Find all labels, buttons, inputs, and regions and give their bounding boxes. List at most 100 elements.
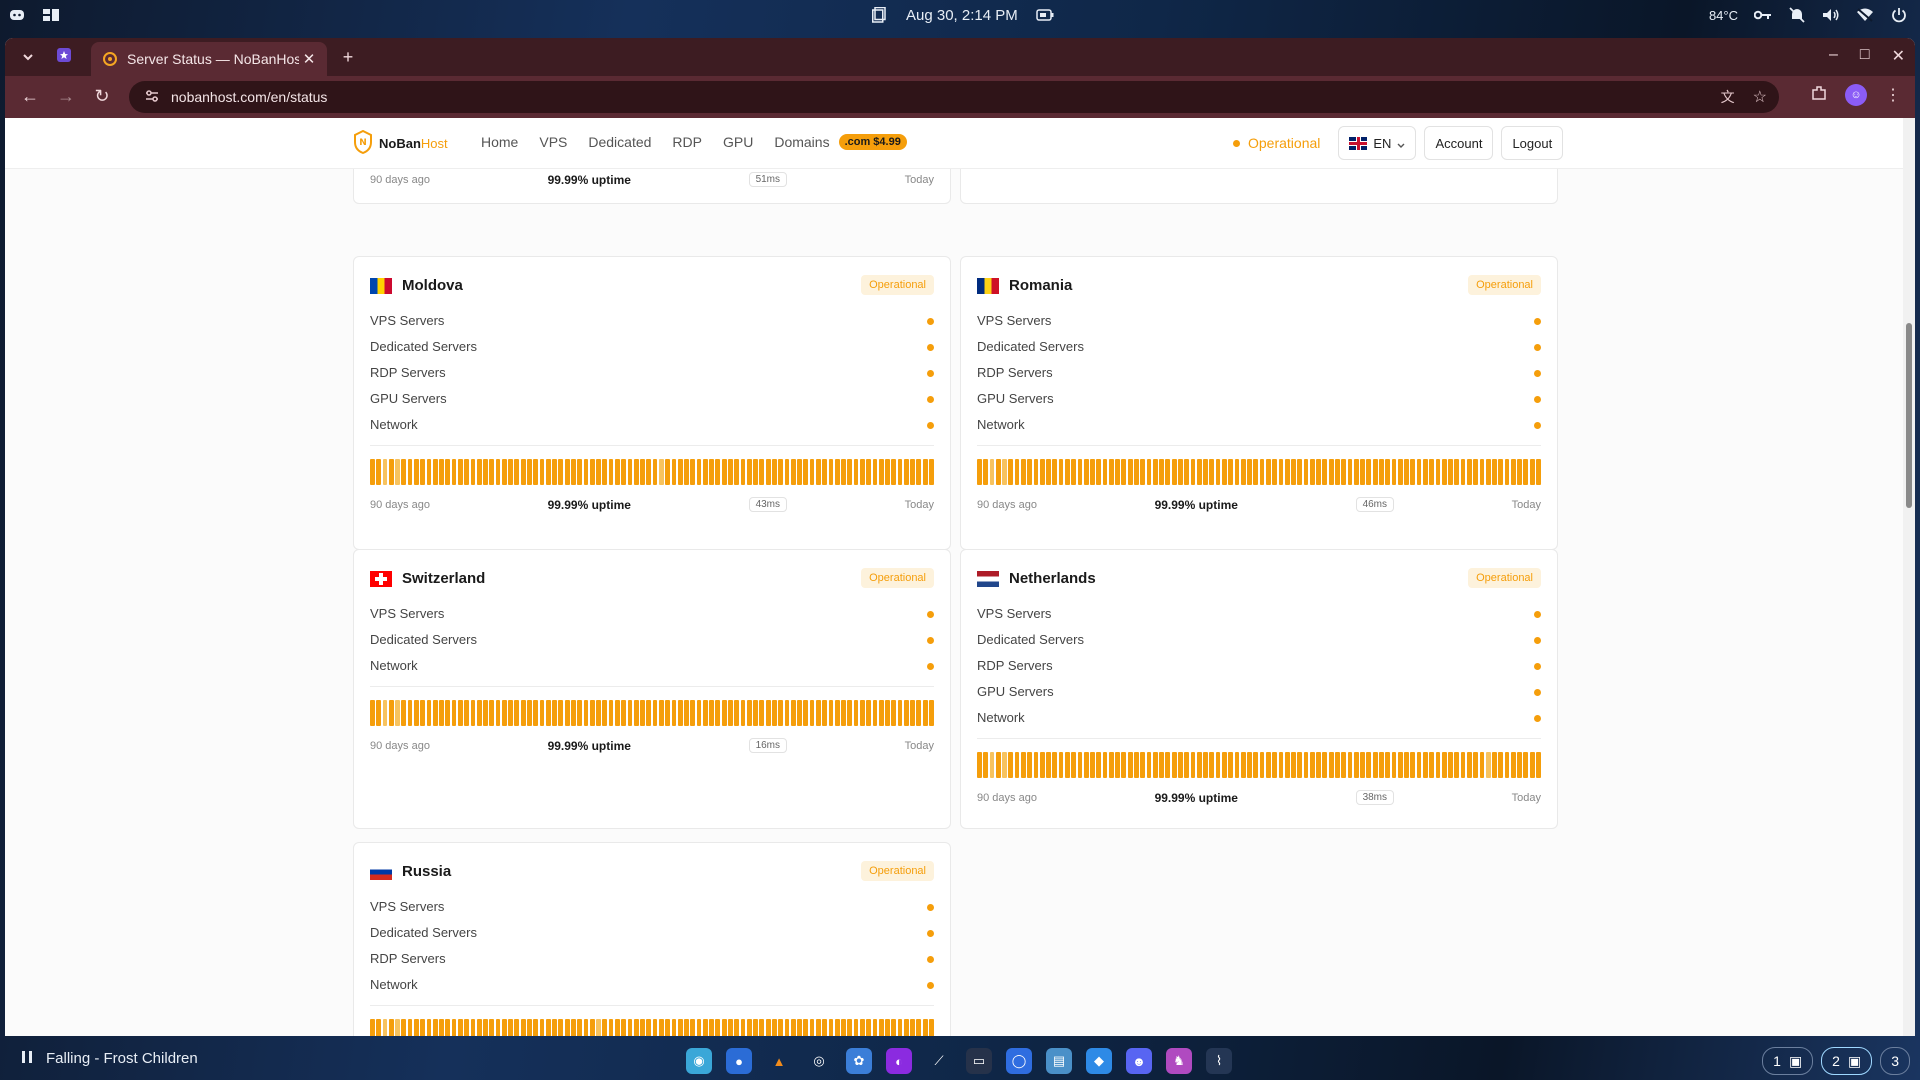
- uptime-day-bar[interactable]: [508, 700, 513, 726]
- uptime-day-bar[interactable]: [734, 1019, 740, 1036]
- uptime-day-bar[interactable]: [746, 700, 752, 726]
- uptime-day-bar[interactable]: [527, 1019, 532, 1036]
- uptime-day-bar[interactable]: [753, 1019, 758, 1036]
- uptime-day-bar[interactable]: [1498, 459, 1504, 485]
- uptime-day-bar[interactable]: [815, 1019, 821, 1036]
- uptime-day-bar[interactable]: [815, 700, 821, 726]
- uptime-day-bar[interactable]: [784, 459, 790, 485]
- uptime-day-bar[interactable]: [1309, 752, 1315, 778]
- uptime-day-bar[interactable]: [627, 459, 633, 485]
- uptime-day-bar[interactable]: [564, 459, 570, 485]
- uptime-day-bar[interactable]: [1391, 752, 1397, 778]
- uptime-day-bar[interactable]: [633, 700, 639, 726]
- uptime-day-bar[interactable]: [370, 459, 375, 485]
- uptime-day-bar[interactable]: [916, 459, 922, 485]
- uptime-day-bar[interactable]: [533, 700, 539, 726]
- uptime-day-bar[interactable]: [457, 700, 463, 726]
- uptime-day-bar[interactable]: [859, 459, 865, 485]
- uptime-day-bar[interactable]: [841, 1019, 846, 1036]
- uptime-day-bar[interactable]: [1510, 752, 1516, 778]
- uptime-day-bar[interactable]: [891, 700, 897, 726]
- nav-rdp[interactable]: RDP: [672, 134, 702, 150]
- uptime-day-bar[interactable]: [1316, 459, 1321, 485]
- uptime-day-bar[interactable]: [1115, 752, 1120, 778]
- obs-icon[interactable]: ◎: [806, 1048, 832, 1074]
- uptime-day-bar[interactable]: [1347, 752, 1353, 778]
- uptime-day-bar[interactable]: [1184, 459, 1190, 485]
- uptime-day-bar[interactable]: [1108, 752, 1114, 778]
- uptime-day-bar[interactable]: [614, 459, 620, 485]
- uptime-day-bar[interactable]: [1485, 752, 1491, 778]
- workspace-3[interactable]: 3: [1880, 1047, 1910, 1075]
- uptime-day-bar[interactable]: [903, 459, 909, 485]
- uptime-day-bar[interactable]: [614, 700, 620, 726]
- uptime-day-bar[interactable]: [608, 459, 614, 485]
- uptime-day-bar[interactable]: [407, 459, 413, 485]
- uptime-day-bar[interactable]: [1441, 459, 1447, 485]
- uptime-day-bar[interactable]: [1372, 752, 1378, 778]
- uptime-day-bar[interactable]: [1536, 459, 1541, 485]
- uptime-history-bars[interactable]: [977, 459, 1541, 485]
- address-bar[interactable]: nobanhost.com/en/status 文 ☆: [129, 81, 1779, 113]
- uptime-day-bar[interactable]: [1523, 459, 1529, 485]
- uptime-day-bar[interactable]: [614, 1019, 620, 1036]
- uptime-day-bar[interactable]: [1498, 752, 1504, 778]
- uptime-day-bar[interactable]: [1360, 459, 1365, 485]
- uptime-day-bar[interactable]: [784, 1019, 790, 1036]
- discord-app-icon[interactable]: ☻: [1126, 1048, 1152, 1074]
- uptime-day-bar[interactable]: [872, 700, 878, 726]
- logout-button[interactable]: Logout: [1501, 126, 1564, 160]
- uptime-day-bar[interactable]: [684, 1019, 689, 1036]
- nav-domains[interactable]: Domains: [774, 134, 829, 150]
- uptime-day-bar[interactable]: [715, 1019, 721, 1036]
- uptime-day-bar[interactable]: [715, 700, 721, 726]
- browser-app-icon[interactable]: ◆: [1086, 1048, 1112, 1074]
- uptime-day-bar[interactable]: [1178, 752, 1183, 778]
- uptime-day-bar[interactable]: [426, 459, 432, 485]
- uptime-history-bars[interactable]: [370, 1019, 934, 1036]
- uptime-day-bar[interactable]: [1221, 752, 1227, 778]
- uptime-day-bar[interactable]: [1140, 459, 1146, 485]
- global-status-indicator[interactable]: Operational: [1233, 135, 1320, 151]
- uptime-day-bar[interactable]: [847, 459, 853, 485]
- uptime-day-bar[interactable]: [621, 1019, 627, 1036]
- uptime-history-bars[interactable]: [370, 700, 934, 726]
- uptime-day-bar[interactable]: [1341, 459, 1347, 485]
- uptime-day-bar[interactable]: [1209, 459, 1215, 485]
- terminal-icon[interactable]: ▭: [966, 1048, 992, 1074]
- site-logo[interactable]: N NoBanHost: [353, 129, 448, 157]
- uptime-day-bar[interactable]: [1460, 459, 1466, 485]
- uptime-day-bar[interactable]: [1215, 459, 1221, 485]
- uptime-day-bar[interactable]: [702, 700, 708, 726]
- uptime-day-bar[interactable]: [395, 700, 400, 726]
- uptime-day-bar[interactable]: [545, 1019, 551, 1036]
- uptime-day-bar[interactable]: [1416, 752, 1422, 778]
- uptime-day-bar[interactable]: [1259, 752, 1265, 778]
- discord-icon[interactable]: [8, 6, 26, 24]
- uptime-day-bar[interactable]: [476, 700, 482, 726]
- uptime-day-bar[interactable]: [1253, 752, 1259, 778]
- system-monitor-icon[interactable]: ⌇: [1206, 1048, 1232, 1074]
- uptime-day-bar[interactable]: [1479, 752, 1485, 778]
- uptime-day-bar[interactable]: [1121, 752, 1127, 778]
- uptime-day-bar[interactable]: [646, 459, 652, 485]
- github-app-icon[interactable]: ♞: [1166, 1048, 1192, 1074]
- uptime-day-bar[interactable]: [407, 700, 413, 726]
- uptime-day-bar[interactable]: [1234, 752, 1240, 778]
- uptime-day-bar[interactable]: [1052, 752, 1058, 778]
- uptime-day-bar[interactable]: [1083, 459, 1089, 485]
- uptime-day-bar[interactable]: [910, 700, 915, 726]
- uptime-day-bar[interactable]: [1473, 752, 1478, 778]
- uptime-day-bar[interactable]: [489, 1019, 495, 1036]
- uptime-day-bar[interactable]: [451, 459, 457, 485]
- uptime-history-bars[interactable]: [370, 459, 934, 485]
- uptime-day-bar[interactable]: [1020, 459, 1026, 485]
- uptime-day-bar[interactable]: [633, 459, 639, 485]
- uptime-day-bar[interactable]: [608, 700, 614, 726]
- uptime-day-bar[interactable]: [1385, 459, 1391, 485]
- uptime-day-bar[interactable]: [922, 1019, 928, 1036]
- uptime-day-bar[interactable]: [778, 459, 784, 485]
- uptime-day-bar[interactable]: [1234, 459, 1240, 485]
- uptime-day-bar[interactable]: [1102, 459, 1108, 485]
- uptime-day-bar[interactable]: [382, 1019, 388, 1036]
